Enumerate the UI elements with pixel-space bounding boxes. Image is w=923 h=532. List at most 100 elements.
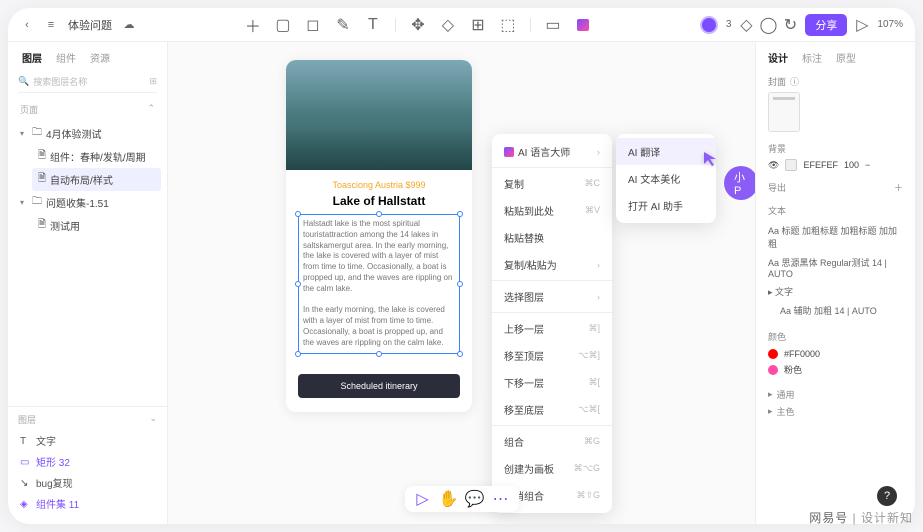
shape-icon[interactable]: ◻: [305, 17, 321, 33]
tab-layers[interactable]: 图层: [22, 50, 42, 65]
floating-toolbar: ▷ ✋ 💬 ⋯: [405, 486, 519, 512]
zoom-level[interactable]: 107%: [877, 19, 903, 30]
add-icon[interactable]: ＋: [894, 181, 903, 194]
layer-item[interactable]: ↘bug复现: [18, 472, 157, 493]
pen-icon[interactable]: ✎: [335, 17, 351, 33]
menu-group[interactable]: 组合⌘G: [492, 428, 612, 455]
add-icon[interactable]: ＋: [245, 17, 261, 33]
cloud-sync-icon[interactable]: ☁: [122, 18, 136, 32]
resize-handle[interactable]: [295, 281, 301, 287]
menu-copy-paste-as[interactable]: 复制/粘贴为›: [492, 251, 612, 278]
tab-components[interactable]: 组件: [56, 50, 76, 65]
resize-handle[interactable]: [295, 351, 301, 357]
tree-page[interactable]: 🗎测试用: [32, 214, 161, 237]
text-section-label: 文本: [768, 204, 903, 217]
comment-icon[interactable]: ◯: [761, 18, 775, 32]
menu-move-down[interactable]: 下移一层⌘[: [492, 369, 612, 396]
right-panel: 设计 标注 原型 封面ⓘ 背景 👁 EFEFEF 100 − 导出＋: [755, 42, 915, 524]
expand-icon[interactable]: ⌄: [149, 413, 157, 426]
layer-item[interactable]: T文字: [18, 430, 157, 451]
layout-icon[interactable]: ▭: [545, 17, 561, 33]
menu-paste-here[interactable]: 粘贴到此处⌘V: [492, 197, 612, 224]
back-icon[interactable]: ‹: [20, 18, 34, 32]
right-tabs: 设计 标注 原型: [768, 50, 903, 65]
collapse-icon[interactable]: ⌃: [147, 103, 155, 116]
resize-handle[interactable]: [295, 211, 301, 217]
bg-opacity[interactable]: 100: [844, 160, 859, 170]
move-icon[interactable]: ✥: [410, 17, 426, 33]
section-icon[interactable]: ⬚: [500, 17, 516, 33]
frame-icon[interactable]: ▢: [275, 17, 291, 33]
submenu-ai-translate[interactable]: AI 翻译: [616, 138, 716, 165]
hero-image: [286, 60, 472, 170]
tab-annotate[interactable]: 标注: [802, 50, 822, 65]
menu-icon[interactable]: ≡: [44, 18, 58, 32]
menu-select-layer[interactable]: 选择图层›: [492, 283, 612, 310]
comment-tool-icon[interactable]: 💬: [467, 491, 483, 507]
component-icon[interactable]: ◇: [440, 17, 456, 33]
ai-icon[interactable]: [575, 17, 591, 33]
tree-page[interactable]: 🗎组件：春种/发轨/周期: [32, 145, 161, 168]
submenu-ai-beautify[interactable]: AI 文本美化: [616, 165, 716, 192]
history-icon[interactable]: ↻: [783, 18, 797, 32]
artboard[interactable]: Toasciong Austria $999 Lake of Hallstatt…: [286, 60, 472, 412]
collaborator-cursor: [702, 150, 720, 173]
text-style-row[interactable]: Aa 标题 加粗标题 加粗标题 加加粗: [768, 221, 903, 253]
help-button[interactable]: ?: [877, 486, 897, 506]
layer-item[interactable]: ▭矩形 32: [18, 451, 157, 472]
pin-icon[interactable]: ◇: [739, 18, 753, 32]
submenu-open-ai-assistant[interactable]: 打开 AI 助手: [616, 192, 716, 219]
background-label: 背景: [768, 142, 903, 155]
select-tool-icon[interactable]: ▷: [415, 491, 431, 507]
search-row[interactable]: 🔍 搜索图层名称 ⊞: [18, 75, 157, 93]
share-button[interactable]: 分享: [805, 14, 847, 36]
hand-tool-icon[interactable]: ✋: [441, 491, 457, 507]
tree-folder[interactable]: ▾🗀问题收集-1.51: [14, 191, 161, 214]
resize-handle[interactable]: [457, 351, 463, 357]
canvas[interactable]: Toasciong Austria $999 Lake of Hallstatt…: [168, 42, 755, 524]
text-icon[interactable]: T: [365, 17, 381, 33]
color-row[interactable]: 粉色: [768, 361, 903, 378]
menu-move-bottom[interactable]: 移至底层⌥⌘[: [492, 396, 612, 423]
cover-label: 封面: [768, 75, 786, 88]
filter-icon[interactable]: ⊞: [149, 76, 157, 87]
tab-assets[interactable]: 资源: [90, 50, 110, 65]
color-row[interactable]: #FF0000: [768, 347, 903, 361]
tree-folder[interactable]: ▾🗀4月体验测试: [14, 122, 161, 145]
menu-paste-replace[interactable]: 粘贴替换: [492, 224, 612, 251]
text-style-row[interactable]: Aa 辅助 加粗 14 | AUTO: [768, 301, 903, 320]
main: 图层 组件 资源 🔍 搜索图层名称 ⊞ 页面 ⌃ ▾🗀4月体验测试 🗎组件：春种…: [8, 42, 915, 524]
menu-copy[interactable]: 复制⌘C: [492, 170, 612, 197]
info-icon[interactable]: ⓘ: [790, 75, 799, 88]
tab-prototype[interactable]: 原型: [836, 50, 856, 65]
cover-thumbnail[interactable]: [768, 92, 800, 132]
watermark: 网易号 | 设计新知: [809, 509, 913, 526]
menu-ai-language[interactable]: AI 语言大师›: [492, 138, 612, 165]
layer-item[interactable]: ◈组件集 11: [18, 493, 157, 514]
resize-handle[interactable]: [376, 351, 382, 357]
resize-handle[interactable]: [457, 211, 463, 217]
avatar[interactable]: [700, 16, 718, 34]
menu-move-up[interactable]: 上移一层⌘]: [492, 315, 612, 342]
play-icon[interactable]: ▷: [855, 18, 869, 32]
remove-icon[interactable]: −: [865, 160, 870, 170]
cta-button[interactable]: Scheduled itinerary: [298, 374, 460, 398]
more-tool-icon[interactable]: ⋯: [493, 491, 509, 507]
document-title: 体验问题: [68, 17, 112, 33]
visibility-icon[interactable]: 👁: [768, 160, 779, 171]
menu-create-frame[interactable]: 创建为画板⌘⌥G: [492, 455, 612, 482]
layer-list: 图层⌄ T文字 ▭矩形 32 ↘bug复现 ◈组件集 11: [8, 406, 167, 524]
tab-design[interactable]: 设计: [768, 50, 788, 65]
bg-hex[interactable]: EFEFEF: [803, 160, 838, 170]
selected-text-layer[interactable]: Halstadt lake is the most spiritual tour…: [298, 214, 460, 354]
pages-header: 页面 ⌃: [8, 99, 167, 120]
resize-handle[interactable]: [376, 211, 382, 217]
plugin-icon[interactable]: ⊞: [470, 17, 486, 33]
collaborator-label: 小P: [724, 166, 755, 200]
tree-page-selected[interactable]: 🗎自动布局/样式: [32, 168, 161, 191]
bg-swatch[interactable]: [785, 159, 797, 171]
general-label: 通用: [777, 388, 795, 401]
text-style-row[interactable]: Aa 思源黑体 Regular测试 14 | AUTO: [768, 253, 903, 282]
resize-handle[interactable]: [457, 281, 463, 287]
menu-move-top[interactable]: 移至顶层⌥⌘]: [492, 342, 612, 369]
